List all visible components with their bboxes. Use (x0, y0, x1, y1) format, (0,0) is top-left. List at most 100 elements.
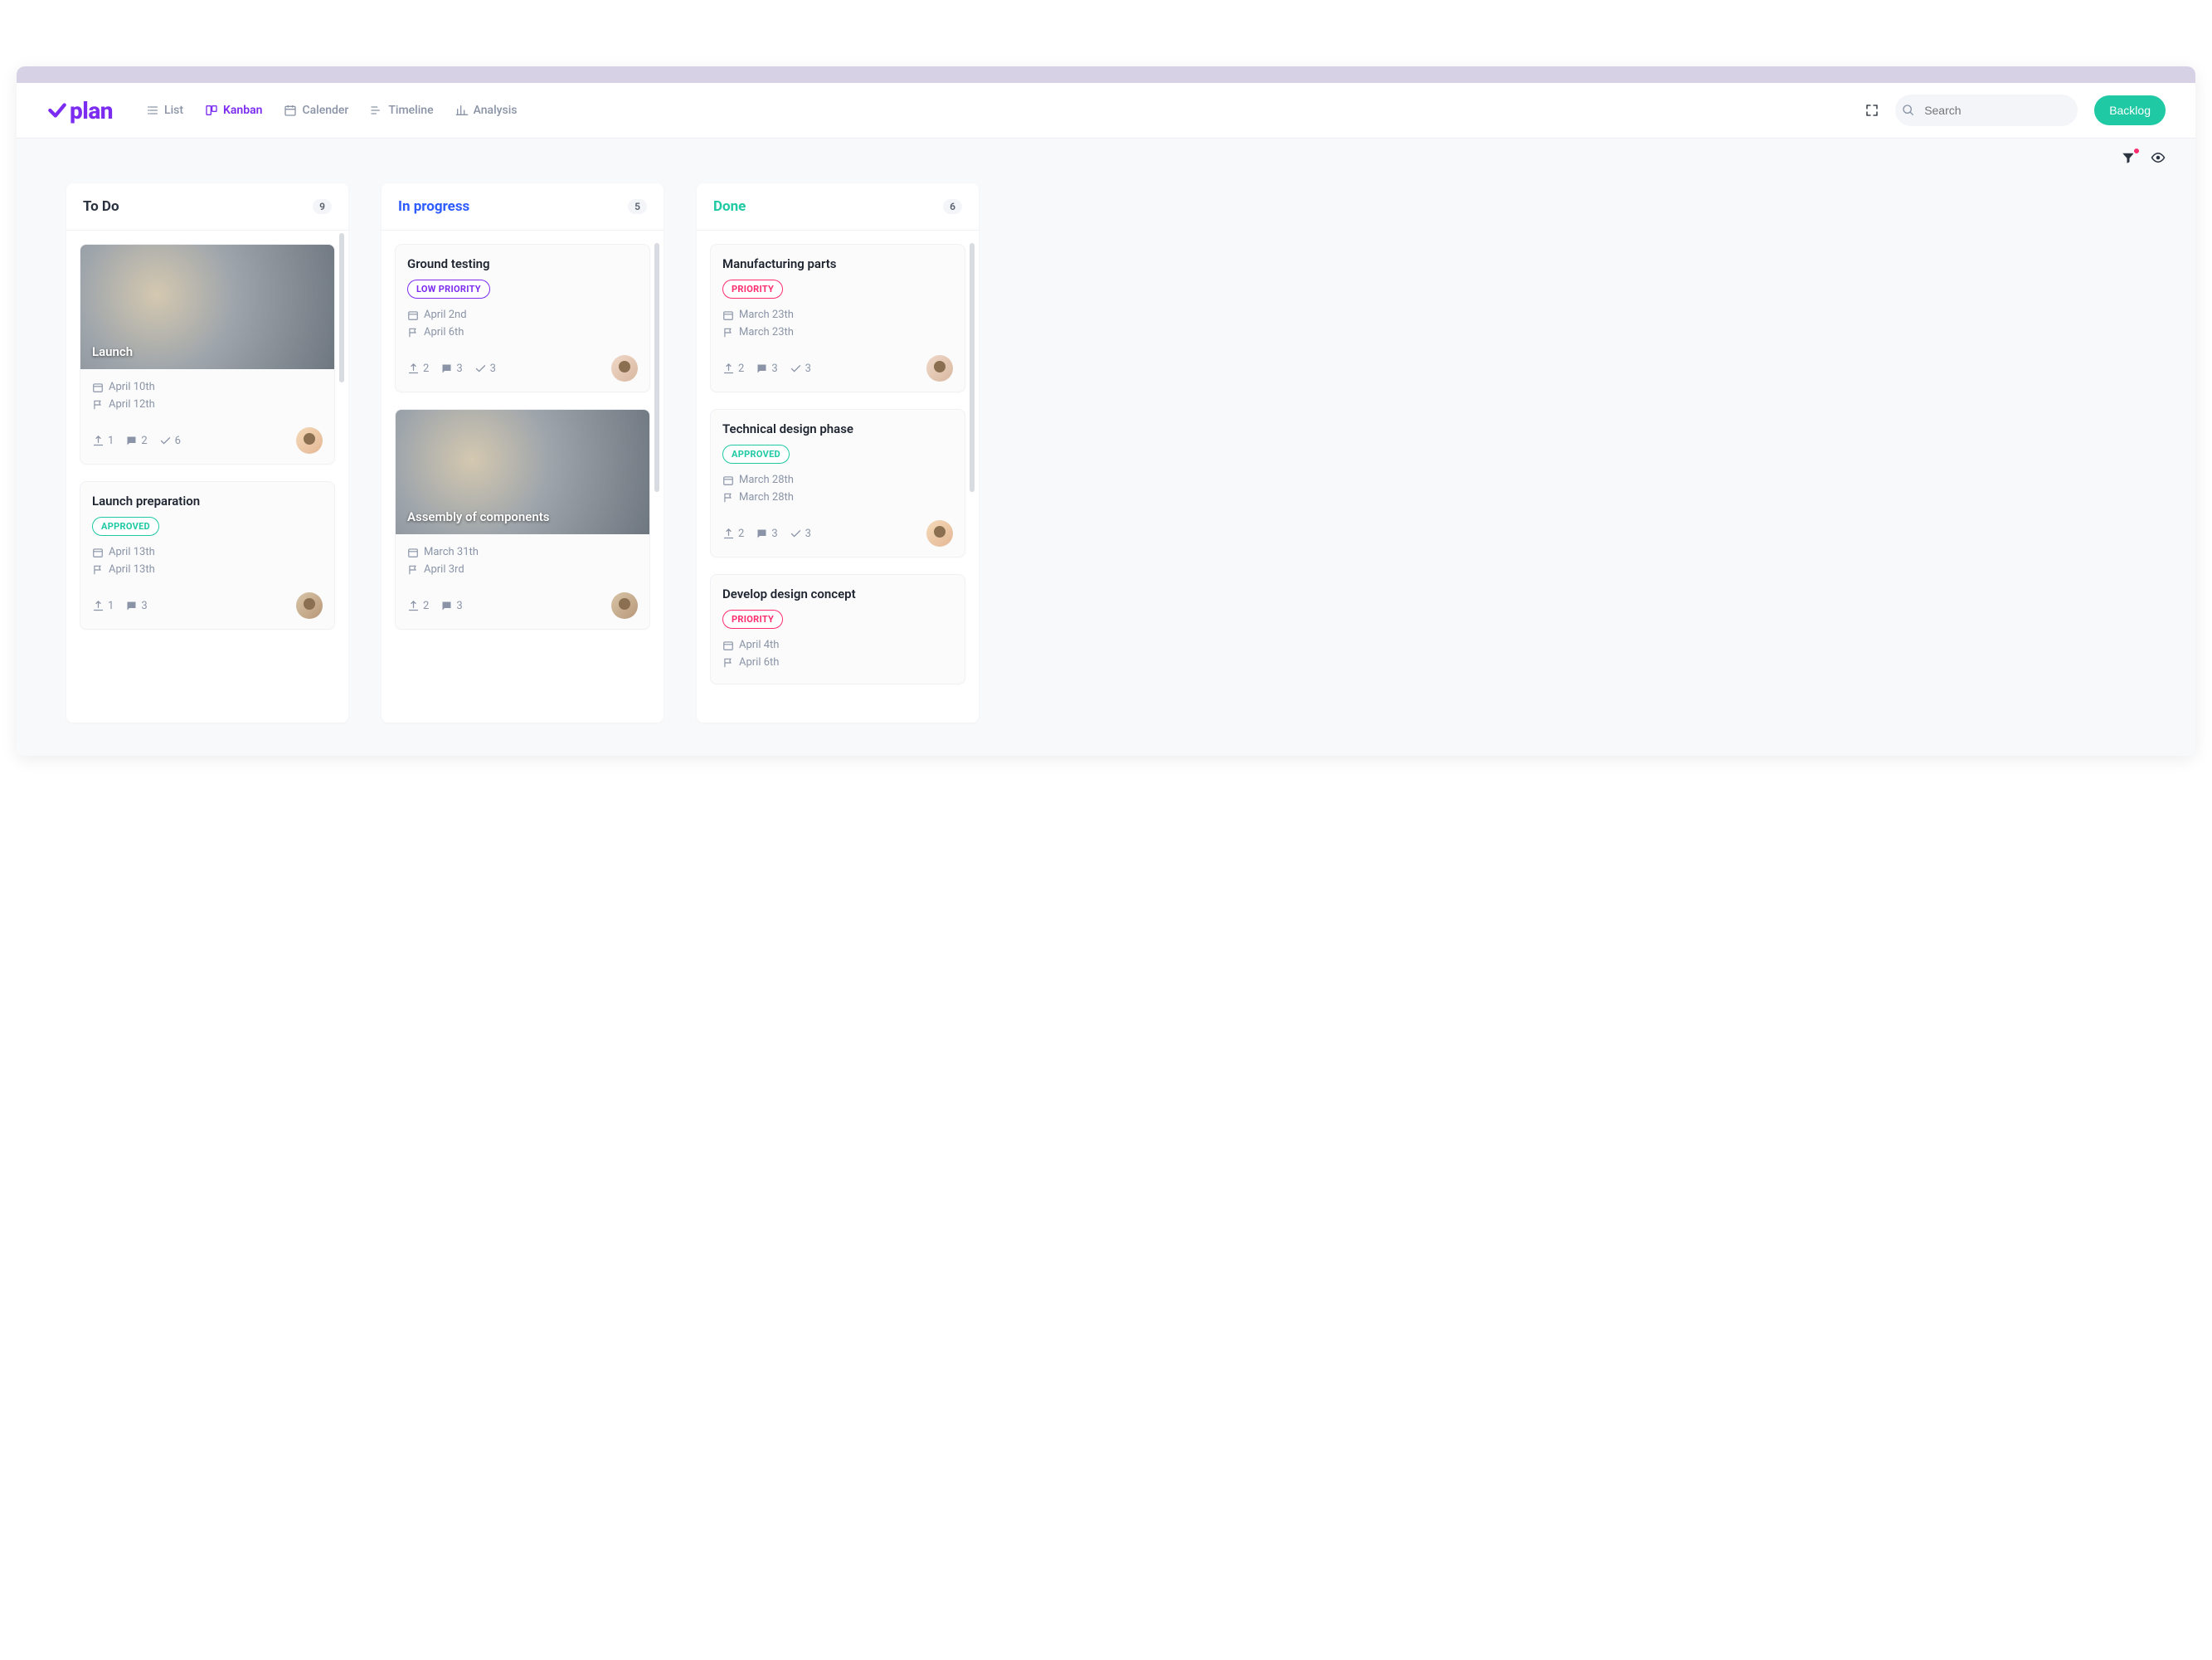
column-title: To Do (83, 198, 119, 215)
scrollbar[interactable] (970, 243, 975, 492)
avatar[interactable] (926, 520, 953, 547)
end-date: April 3rd (407, 563, 638, 576)
kanban-icon (205, 104, 218, 117)
tab-analysis[interactable]: Analysis (455, 104, 518, 117)
logo-text: plan (70, 97, 113, 124)
comment-icon (756, 528, 768, 540)
priority-tag: PRIORITY (722, 280, 783, 299)
comments-stat: 3 (756, 363, 777, 375)
start-date: March 31th (407, 546, 638, 558)
approved-tag: APPROVED (722, 445, 790, 464)
end-date: April 6th (407, 326, 638, 338)
card-title: Launch (92, 344, 133, 359)
attachments-stat: 1 (92, 600, 114, 612)
search-input[interactable] (1924, 104, 2074, 117)
start-date: March 28th (722, 474, 953, 486)
card-design-concept[interactable]: Develop design concept PRIORITY April 4t… (710, 574, 965, 684)
card-title: Develop design concept (722, 587, 953, 601)
list-icon (146, 104, 159, 117)
upload-icon (92, 600, 105, 612)
flag-icon (407, 327, 419, 338)
comments-stat: 3 (125, 600, 147, 612)
attachments-stat: 2 (407, 363, 429, 375)
tab-timeline[interactable]: Timeline (370, 104, 433, 117)
upload-icon (722, 363, 735, 375)
avatar[interactable] (296, 592, 323, 619)
search-field[interactable] (1895, 95, 2078, 126)
card-title: Ground testing (407, 256, 638, 271)
column-count: 9 (313, 199, 332, 214)
app-frame: plan List Kanban Calender Timeline Analy… (17, 66, 2195, 756)
scrollbar[interactable] (654, 243, 659, 492)
calendar-icon (722, 309, 734, 321)
start-date: March 23th (722, 309, 953, 321)
calendar-icon (92, 382, 104, 393)
column-todo: To Do 9 Launch April 10th (66, 183, 348, 723)
calendar-icon (407, 547, 419, 558)
avatar[interactable] (611, 355, 638, 382)
tab-calendar[interactable]: Calender (284, 104, 348, 117)
priority-tag: PRIORITY (722, 610, 783, 629)
flag-icon (722, 492, 734, 504)
header: plan List Kanban Calender Timeline Analy… (17, 83, 2195, 139)
tab-list[interactable]: List (146, 104, 183, 117)
calendar-icon (92, 547, 104, 558)
comments-stat: 2 (125, 435, 147, 447)
calendar-icon (284, 104, 297, 117)
attachments-stat: 2 (722, 528, 744, 540)
calendar-icon (722, 640, 734, 651)
card-title: Manufacturing parts (722, 256, 953, 271)
scrollbar[interactable] (339, 233, 344, 382)
timeline-icon (370, 104, 383, 117)
backlog-button[interactable]: Backlog (2094, 95, 2166, 125)
tab-kanban[interactable]: Kanban (205, 104, 262, 117)
column-header: To Do 9 (66, 183, 348, 231)
card-manufacturing[interactable]: Manufacturing parts PRIORITY March 23th … (710, 244, 965, 392)
expand-icon[interactable] (1865, 104, 1879, 117)
comment-icon (125, 435, 138, 447)
card-cover-image: Launch (80, 245, 334, 369)
approved-tag: APPROVED (92, 517, 159, 536)
tab-label: Analysis (474, 104, 518, 117)
comment-icon (440, 600, 453, 612)
card-stats: 2 3 3 (407, 363, 496, 375)
card-ground-testing[interactable]: Ground testing LOW PRIORITY April 2nd Ap… (395, 244, 650, 392)
flag-icon (92, 564, 104, 576)
card-launch-prep[interactable]: Launch preparation APPROVED April 13th A… (80, 481, 335, 630)
avatar[interactable] (611, 592, 638, 619)
column-title: In progress (398, 198, 469, 215)
tab-label: Timeline (388, 104, 433, 117)
flag-icon (722, 327, 734, 338)
search-icon (1897, 96, 1919, 124)
eye-icon (2151, 150, 2166, 165)
attachments-stat: 2 (407, 600, 429, 612)
column-count: 5 (628, 199, 647, 214)
card-title: Technical design phase (722, 421, 953, 436)
visibility-button[interactable] (2151, 150, 2166, 168)
start-date: April 4th (722, 639, 953, 651)
tab-label: Calender (302, 104, 348, 117)
column-header: In progress 5 (382, 183, 664, 231)
attachments-stat: 1 (92, 435, 114, 447)
filter-button[interactable] (2121, 150, 2136, 168)
card-technical-design[interactable]: Technical design phase APPROVED March 28… (710, 409, 965, 557)
comment-icon (756, 363, 768, 375)
end-date: March 23th (722, 326, 953, 338)
column-header: Done 6 (697, 183, 979, 231)
avatar[interactable] (926, 355, 953, 382)
card-assembly[interactable]: Assembly of components March 31th April … (395, 409, 650, 630)
logo-check-icon (46, 100, 68, 121)
checks-stat: 6 (159, 435, 181, 447)
end-date: April 13th (92, 563, 323, 576)
tab-label: Kanban (223, 104, 262, 117)
card-stats: 2 3 3 (722, 528, 811, 540)
view-tabs: List Kanban Calender Timeline Analysis (146, 104, 517, 117)
card-stats: 2 3 (407, 600, 463, 612)
card-launch[interactable]: Launch April 10th April 12th (80, 244, 335, 465)
end-date: April 12th (92, 398, 323, 411)
logo[interactable]: plan (46, 97, 113, 124)
column-title: Done (713, 198, 746, 215)
comments-stat: 3 (756, 528, 777, 540)
avatar[interactable] (296, 427, 323, 454)
flag-icon (722, 657, 734, 669)
